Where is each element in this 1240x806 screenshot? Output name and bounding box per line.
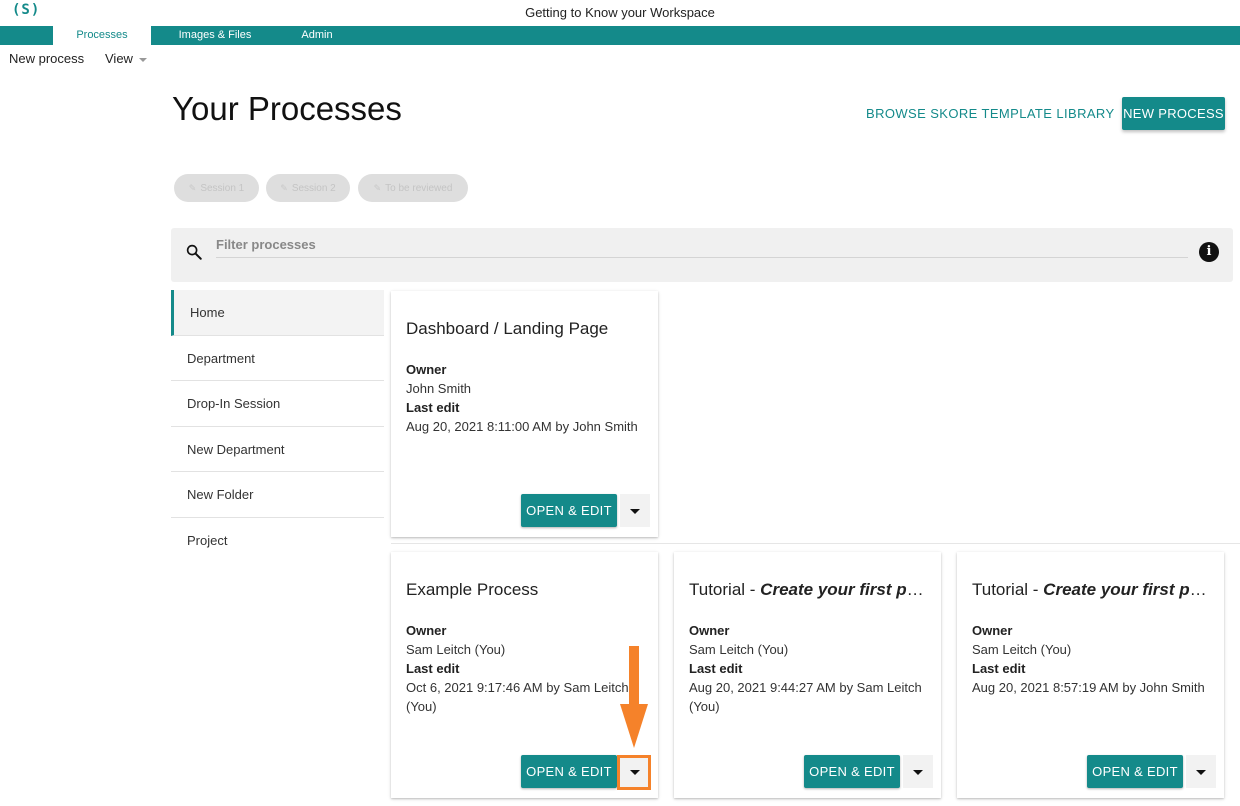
last-edit-label: Last edit (689, 661, 743, 676)
process-card: Dashboard / Landing Page Owner John Smit… (391, 291, 658, 537)
open-edit-button[interactable]: OPEN & EDIT (521, 494, 617, 527)
filter-processes-input[interactable] (216, 232, 1188, 258)
search-icon (186, 244, 202, 260)
process-card-title: Tutorial - Create your first process (972, 580, 1212, 600)
tab-admin[interactable]: Admin (284, 26, 350, 45)
sidebar-item-home[interactable]: Home (171, 290, 384, 336)
title-prefix: Tutorial - (972, 580, 1044, 599)
owner-label: Owner (689, 623, 730, 638)
last-edit-label: Last edit (406, 400, 460, 415)
chevron-down-icon (138, 57, 147, 62)
open-edit-button[interactable]: OPEN & EDIT (521, 755, 617, 788)
title-prefix: Tutorial - (689, 580, 761, 599)
browse-template-library-link[interactable]: BROWSE SKORE TEMPLATE LIBRARY (866, 106, 1115, 121)
tag-icon: ✎ (280, 183, 288, 193)
annotation-arrow-icon (620, 646, 648, 748)
owner-value: John Smith (406, 381, 472, 396)
process-card-meta: Owner John Smith Last edit Aug 20, 2021 … (406, 360, 656, 436)
process-card-title: Dashboard / Landing Page (406, 319, 609, 338)
tab-processes[interactable]: Processes (53, 26, 151, 45)
annotation-highlight-box (617, 755, 651, 790)
last-edit-value: Aug 20, 2021 8:11:00 AM by John Smith (406, 419, 638, 434)
process-card: Tutorial - Create your first process Own… (674, 552, 941, 798)
window-title: Getting to Know your Workspace (525, 5, 715, 20)
sidebar-item-drop-in-session[interactable]: Drop-In Session (171, 381, 384, 427)
owner-label: Owner (406, 623, 447, 638)
sidebar-item-new-folder[interactable]: New Folder (171, 472, 384, 518)
process-card: Tutorial - Create your first process Own… (957, 552, 1224, 798)
page-title: Your Processes (172, 90, 402, 127)
info-icon[interactable]: i (1199, 242, 1219, 262)
process-card-meta: Owner Sam Leitch (You) Last edit Aug 20,… (972, 621, 1222, 697)
tab-images-files[interactable]: Images & Files (166, 26, 264, 45)
last-edit-label: Last edit (972, 661, 1026, 676)
owner-label: Owner (972, 623, 1013, 638)
owner-label: Owner (406, 362, 447, 377)
section-divider (391, 543, 1240, 544)
open-edit-button[interactable]: OPEN & EDIT (804, 755, 900, 788)
sidebar-item-department[interactable]: Department (171, 336, 384, 381)
new-process-button[interactable]: NEW PROCESS (1122, 97, 1225, 130)
caret-down-icon (913, 770, 923, 775)
filter-bar: i (171, 228, 1233, 282)
process-card-meta: Owner Sam Leitch (You) Last edit Aug 20,… (689, 621, 939, 716)
title-emphasis: Create your first process (1043, 580, 1212, 599)
process-card-title: Tutorial - Create your first process (689, 580, 929, 600)
tag-icon: ✎ (188, 183, 197, 193)
tag-chip-label: Session 1 (200, 183, 245, 194)
caret-down-icon (630, 509, 640, 514)
last-edit-value: Aug 20, 2021 9:44:27 AM by Sam Leitch (Y… (689, 680, 922, 714)
owner-value: Sam Leitch (You) (972, 642, 1072, 657)
title-bar: (S) Getting to Know your Workspace (0, 0, 1240, 26)
tab-bar: Processes Images & Files Admin (0, 26, 1240, 45)
menu-view[interactable]: View (105, 51, 147, 66)
title-emphasis: Create your first process (760, 580, 929, 599)
sidebar-item-new-department[interactable]: New Department (171, 427, 384, 472)
more-options-button[interactable] (1186, 755, 1216, 788)
menu-view-label: View (105, 51, 133, 66)
owner-value: Sam Leitch (You) (689, 642, 789, 657)
menu-new-process[interactable]: New process (9, 51, 84, 66)
more-options-button[interactable] (903, 755, 933, 788)
process-card-title: Example Process (406, 580, 539, 599)
last-edit-value: Aug 20, 2021 8:57:19 AM by John Smith (972, 680, 1205, 695)
tag-icon: ✎ (373, 183, 382, 193)
tag-chip-session-1[interactable]: ✎ Session 1 (174, 174, 259, 202)
caret-down-icon (1196, 770, 1206, 775)
folder-sidebar: Home Department Drop-In Session New Depa… (171, 290, 384, 563)
sidebar-item-project[interactable]: Project (171, 518, 384, 564)
tag-chip-to-be-reviewed[interactable]: ✎ To be reviewed (358, 174, 468, 202)
open-edit-button[interactable]: OPEN & EDIT (1087, 755, 1183, 788)
tag-chip-label: Session 2 (291, 183, 336, 194)
more-options-button[interactable] (620, 494, 650, 527)
tag-chip-session-2[interactable]: ✎ Session 2 (266, 174, 350, 202)
tag-chip-label: To be reviewed (385, 183, 453, 194)
